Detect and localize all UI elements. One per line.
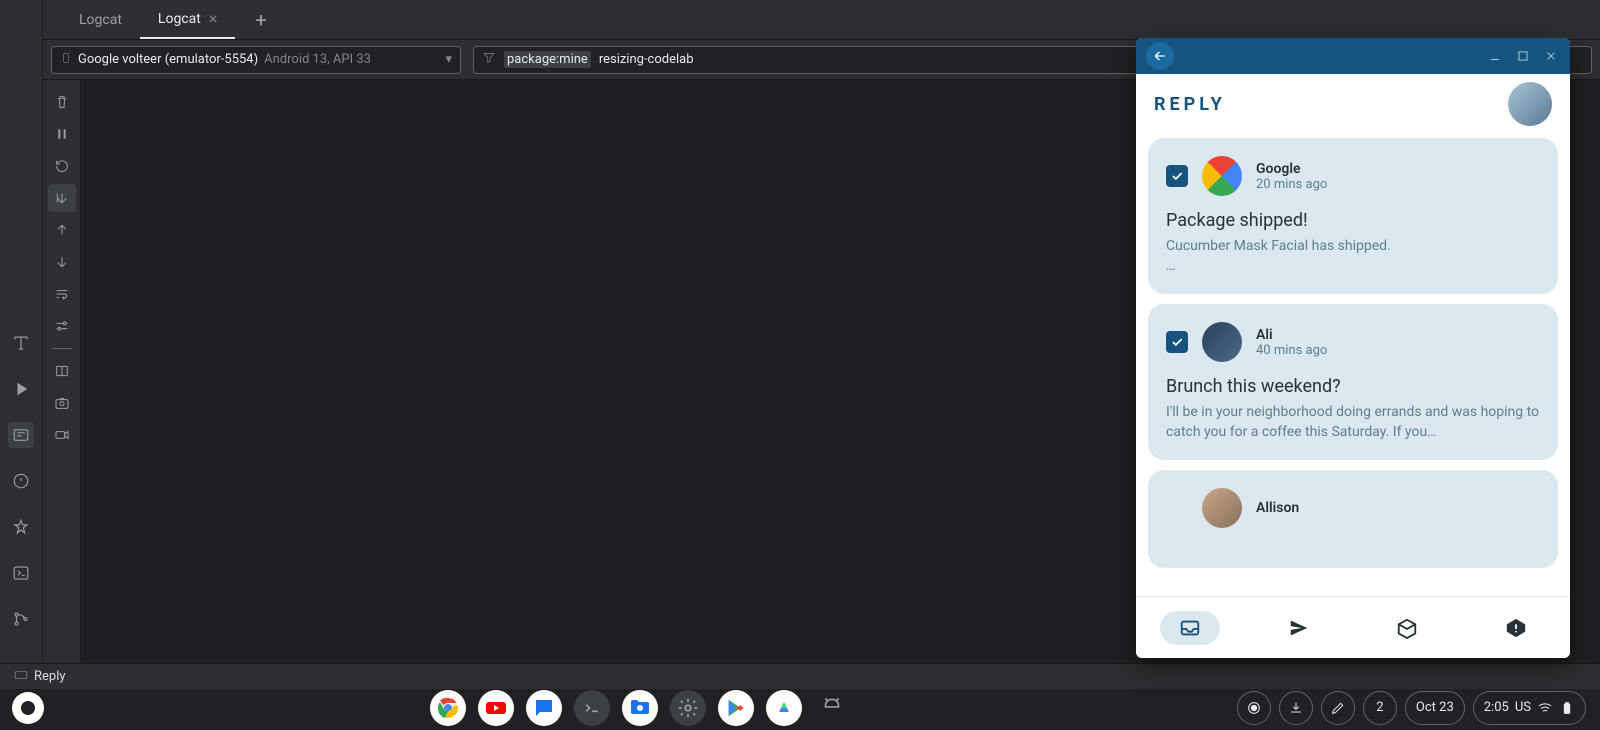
chrome-icon[interactable] [430,690,466,726]
nav-inbox[interactable] [1160,611,1220,645]
sender-avatar [1202,322,1242,362]
launcher-button[interactable] [12,692,44,724]
email-card[interactable]: Google 20 mins ago Package shipped! Cucu… [1148,138,1558,294]
tray-time: 2:05 [1484,700,1509,715]
clear-button[interactable] [48,88,76,116]
problems-icon[interactable] [8,468,34,494]
vcs-icon[interactable] [8,606,34,632]
nav-drafts[interactable] [1377,611,1437,645]
minimize-button[interactable] [1486,47,1504,65]
sender-name: Google [1256,161,1327,177]
device-dropdown[interactable]: Google volteer (emulator-5554) Android 1… [51,46,461,74]
email-card[interactable]: Allison [1148,470,1558,568]
sender-name: Allison [1256,500,1299,516]
email-preview: Cucumber Mask Facial has shipped. [1166,237,1540,257]
emulator-window: REPLY Google 20 mins ago Package shipped… [1136,38,1570,658]
wrap-button[interactable] [48,280,76,308]
play-store-icon[interactable] [718,690,754,726]
split-button[interactable] [48,357,76,385]
android-icon[interactable] [814,690,850,726]
sender-time: 40 mins ago [1256,343,1327,358]
nav-spam[interactable] [1486,611,1546,645]
profiler-icon[interactable] [8,514,34,540]
bottom-nav [1136,596,1570,658]
filter-icon [482,51,496,69]
back-button[interactable] [1146,42,1174,70]
left-tool-rail [0,0,43,663]
text-tool-icon[interactable] [8,330,34,356]
next-button[interactable] [48,248,76,276]
status-icon [14,669,28,684]
tab-label: Logcat [79,12,122,28]
android-studio-icon[interactable] [766,690,802,726]
scroll-end-button[interactable] [48,184,76,212]
checkbox-checked[interactable] [1166,165,1188,187]
close-button[interactable] [1542,47,1560,65]
tray-date: Oct 23 [1416,700,1454,715]
terminal-rail-icon[interactable] [8,560,34,586]
user-avatar[interactable] [1508,82,1552,126]
filter-tag: package:mine [504,51,591,68]
pen-tray-icon[interactable] [1321,691,1355,725]
device-name: Google volteer (emulator-5554) [78,52,258,67]
screenshot-button[interactable] [48,389,76,417]
record-button[interactable] [48,421,76,449]
notification-badge[interactable]: 2 [1363,691,1397,725]
wifi-icon [1537,700,1553,716]
date-tray[interactable]: Oct 23 [1405,691,1465,725]
youtube-icon[interactable] [478,690,514,726]
add-tab-button[interactable]: + [245,8,276,32]
sender-name: Ali [1256,327,1327,343]
app-header: REPLY [1136,74,1570,134]
tab-bar: Logcat Logcat × + [43,0,1600,40]
settings-app-icon[interactable] [670,690,706,726]
files-icon[interactable] [622,690,658,726]
prev-button[interactable] [48,216,76,244]
tab-label: Logcat [158,11,201,27]
sender-avatar [1202,156,1242,196]
chevron-down-icon: ▾ [445,52,452,67]
status-label: Reply [34,669,66,684]
tab-logcat-2[interactable]: Logcat × [140,0,235,39]
device-meta: Android 13, API 33 [264,52,371,67]
email-list[interactable]: Google 20 mins ago Package shipped! Cucu… [1136,134,1570,596]
settings-button[interactable] [48,312,76,340]
run-icon[interactable] [8,376,34,402]
download-tray-icon[interactable] [1279,691,1313,725]
maximize-button[interactable] [1514,47,1532,65]
taskbar: 2 Oct 23 2:05 US [0,685,1600,730]
filter-text: resizing-codelab [599,52,694,67]
emulator-titlebar [1136,38,1570,74]
tray-locale: US [1515,700,1531,715]
device-icon [60,52,72,68]
restart-button[interactable] [48,152,76,180]
email-card[interactable]: Ali 40 mins ago Brunch this weekend? I'l… [1148,304,1558,460]
checkbox-checked[interactable] [1166,331,1188,353]
notification-count: 2 [1376,700,1383,715]
email-preview-more: … [1166,257,1540,277]
tab-logcat-1[interactable]: Logcat [61,0,140,39]
status-tray[interactable]: 2:05 US [1473,691,1586,725]
record-tray-icon[interactable] [1237,691,1271,725]
sender-avatar [1202,488,1242,528]
sender-time: 20 mins ago [1256,177,1327,192]
nav-sent[interactable] [1269,611,1329,645]
email-preview: I'll be in your neighborhood doing erran… [1166,403,1540,442]
messages-icon[interactable] [526,690,562,726]
email-subject: Package shipped! [1166,210,1540,231]
battery-icon [1559,700,1575,716]
terminal-icon[interactable] [574,690,610,726]
logcat-tool-rail [43,80,81,663]
email-subject: Brunch this weekend? [1166,376,1540,397]
pause-button[interactable] [48,120,76,148]
app-title: REPLY [1154,94,1226,115]
close-icon[interactable]: × [209,9,218,28]
logcat-icon[interactable] [8,422,34,448]
